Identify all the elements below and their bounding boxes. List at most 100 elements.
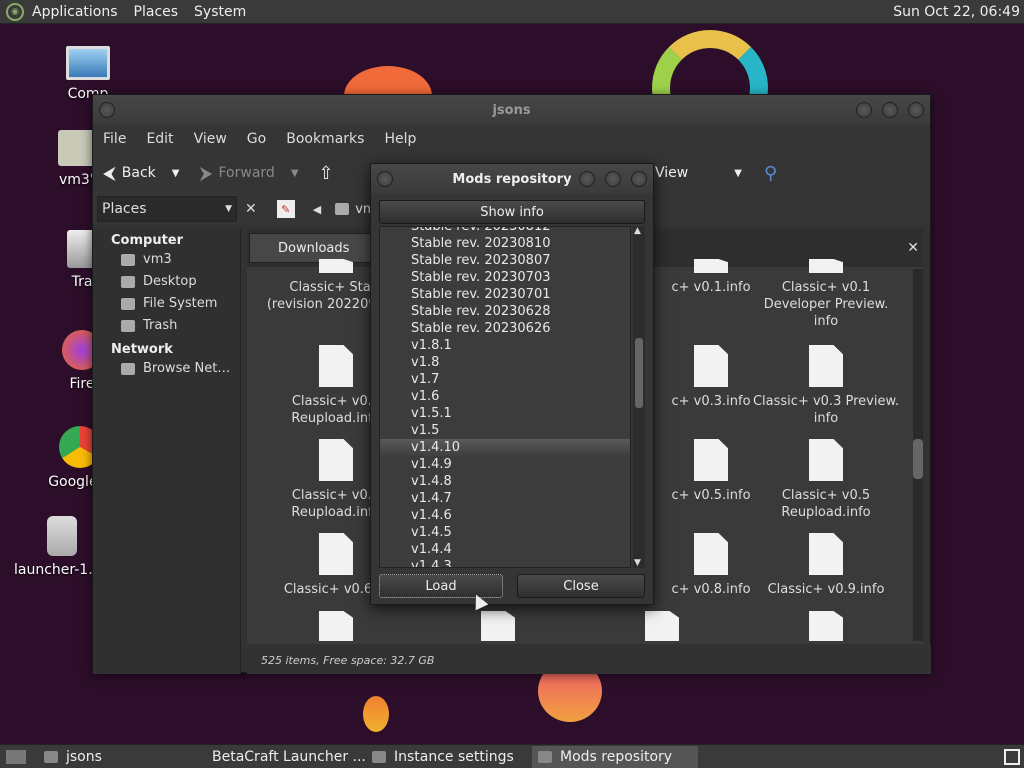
menu-system[interactable]: System — [186, 0, 254, 24]
list-item[interactable]: v1.4.6 — [380, 507, 630, 524]
menu-help[interactable]: Help — [374, 131, 426, 147]
scroll-thumb[interactable] — [635, 338, 643, 408]
close-dialog-button[interactable]: Close — [517, 574, 645, 598]
list-item-selected[interactable]: v1.4.10 — [380, 439, 630, 456]
task-jsons[interactable]: jsons — [38, 746, 198, 768]
task-label: BetaCraft Launcher ... — [212, 748, 366, 765]
workspace-switcher-icon[interactable] — [1004, 748, 1020, 765]
chevron-down-icon[interactable]: ▼ — [172, 168, 180, 179]
task-betacraft[interactable]: BetaCraft Launcher ... — [198, 746, 366, 768]
file-item[interactable]: Classic+ v0.5 Reupload.info — [751, 439, 901, 521]
distro-logo-icon[interactable]: ◉ — [6, 2, 24, 21]
crumb-left-icon[interactable]: ◀ — [313, 203, 321, 216]
file-label: c+ v0.5.info — [671, 488, 751, 503]
close-tab-icon[interactable]: ✕ — [907, 240, 919, 256]
menu-edit[interactable]: Edit — [136, 131, 183, 147]
menu-applications[interactable]: Applications — [24, 0, 126, 24]
maximize-button[interactable] — [882, 102, 898, 118]
list-item[interactable]: v1.8 — [380, 354, 630, 371]
menu-bookmarks[interactable]: Bookmarks — [276, 131, 374, 147]
file-item[interactable] — [423, 611, 573, 647]
fm-title: jsons — [492, 102, 531, 118]
file-icon — [319, 439, 353, 481]
view-button[interactable]: View ▼ ⚲ — [645, 163, 787, 184]
list-item[interactable]: v1.5 — [380, 422, 630, 439]
file-item[interactable] — [261, 611, 411, 647]
chevron-down-icon[interactable]: ▼ — [291, 168, 299, 179]
list-item[interactable]: Stable rev. 20230703 — [380, 269, 630, 286]
close-button[interactable] — [631, 171, 647, 187]
window-menu-button[interactable] — [377, 171, 393, 187]
list-item[interactable]: v1.4.8 — [380, 473, 630, 490]
clock[interactable]: Sun Oct 22, 06:49 — [893, 0, 1020, 24]
mods-list[interactable]: Stable rev. 20230812 Stable rev. 2023081… — [379, 226, 631, 568]
task-instance-settings[interactable]: Instance settings — [366, 746, 532, 768]
minimize-button[interactable] — [856, 102, 872, 118]
menu-file[interactable]: File — [93, 131, 136, 147]
list-item[interactable]: v1.8.1 — [380, 337, 630, 354]
list-item[interactable]: Stable rev. 20230628 — [380, 303, 630, 320]
menu-go[interactable]: Go — [237, 131, 276, 147]
list-item[interactable]: Stable rev. 20230701 — [380, 286, 630, 303]
file-item[interactable]: Classic+ v0.1 Developer Preview. info — [751, 259, 901, 330]
content-scrollbar[interactable] — [913, 269, 923, 641]
task-mods-repository[interactable]: Mods repository — [532, 745, 698, 768]
menu-view[interactable]: View — [184, 131, 237, 147]
scroll-thumb[interactable] — [913, 439, 923, 479]
minimize-button[interactable] — [579, 171, 595, 187]
list-item[interactable]: Stable rev. 20230807 — [380, 252, 630, 269]
edit-location-icon[interactable]: ✎ — [276, 200, 295, 218]
sidebar-selector[interactable]: Places ▼ — [97, 196, 237, 222]
show-info-button[interactable]: Show info — [379, 200, 645, 224]
file-item[interactable] — [587, 611, 737, 647]
list-item[interactable]: v1.7 — [380, 371, 630, 388]
load-button[interactable]: Load — [379, 574, 503, 598]
maximize-button[interactable] — [605, 171, 621, 187]
chevron-down-icon[interactable]: ▼ — [734, 168, 742, 179]
scroll-up-icon[interactable]: ▲ — [634, 226, 641, 236]
sidebar-item-trash[interactable]: Trash — [93, 314, 240, 336]
sidebar-item-filesystem[interactable]: File System — [93, 292, 240, 314]
list-item[interactable]: v1.6 — [380, 388, 630, 405]
list-item[interactable]: v1.5.1 — [380, 405, 630, 422]
file-item[interactable] — [751, 611, 901, 647]
file-label: Classic+ v0.5 Reupload.info — [781, 488, 871, 520]
list-item[interactable]: v1.4.3 — [380, 558, 630, 567]
file-icon — [694, 439, 728, 481]
search-icon[interactable]: ⚲ — [764, 163, 777, 184]
home-folder-icon — [335, 203, 350, 215]
list-item[interactable]: v1.4.4 — [380, 541, 630, 558]
file-item[interactable]: Classic+ v0.9.info — [751, 533, 901, 598]
list-item[interactable]: v1.4.9 — [380, 456, 630, 473]
forward-label: Forward — [218, 165, 275, 181]
window-menu-button[interactable] — [99, 102, 115, 118]
arrow-left-icon: ⮜ — [103, 162, 116, 184]
fm-titlebar[interactable]: jsons — [93, 95, 930, 125]
close-sidebar-icon[interactable]: ✕ — [245, 201, 257, 217]
scroll-down-icon[interactable]: ▼ — [634, 558, 641, 568]
forward-button[interactable]: ⮞ Forward ▼ — [189, 163, 308, 184]
up-button[interactable]: ⇧ — [309, 163, 344, 184]
sidebar-item-vm3[interactable]: vm3 — [93, 248, 240, 270]
file-item[interactable]: c+ v0.8.info — [661, 533, 761, 598]
list-scrollbar[interactable]: ▲ ▼ — [633, 226, 645, 568]
list-item[interactable]: v1.4.7 — [380, 490, 630, 507]
file-item[interactable]: Classic+ v0.3 Preview. info — [751, 345, 901, 427]
mods-list-inner: Stable rev. 20230812 Stable rev. 2023081… — [380, 227, 630, 567]
file-item[interactable]: c+ v0.3.info — [661, 345, 761, 410]
show-desktop-icon[interactable] — [6, 749, 26, 764]
close-button[interactable] — [908, 102, 924, 118]
file-item[interactable]: c+ v0.1.info — [661, 259, 761, 296]
file-item[interactable]: c+ v0.5.info — [661, 439, 761, 504]
list-item[interactable]: Stable rev. 20230812 — [380, 227, 630, 235]
list-item[interactable]: v1.4.5 — [380, 524, 630, 541]
task-label: jsons — [66, 748, 102, 765]
file-icon — [319, 259, 353, 273]
dialog-titlebar[interactable]: Mods repository — [371, 164, 653, 194]
sidebar-item-browse-network[interactable]: Browse Net… — [93, 357, 240, 379]
back-button[interactable]: ⮜ Back ▼ — [93, 163, 189, 184]
list-item[interactable]: Stable rev. 20230810 — [380, 235, 630, 252]
menu-places[interactable]: Places — [126, 0, 187, 24]
sidebar-item-desktop[interactable]: Desktop — [93, 270, 240, 292]
list-item[interactable]: Stable rev. 20230626 — [380, 320, 630, 337]
